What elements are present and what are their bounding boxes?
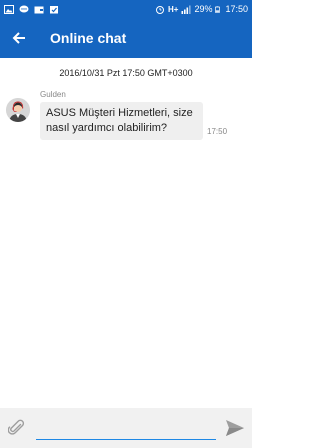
agent-avatar-icon xyxy=(6,98,30,122)
status-system-icons: H+ 29% 17:50 xyxy=(155,4,248,14)
status-bar: H+ 29% 17:50 xyxy=(0,0,252,18)
arrow-left-icon xyxy=(12,32,25,44)
page-title: Online chat xyxy=(50,30,127,46)
message-time: 17:50 xyxy=(207,127,228,136)
agent-avatar xyxy=(6,98,30,122)
battery-icon xyxy=(215,5,221,13)
date-stamp: 2016/10/31 Pzt 17:50 GMT+0300 xyxy=(59,68,193,78)
back-button[interactable] xyxy=(0,18,38,58)
attach-button[interactable] xyxy=(0,408,34,448)
send-button[interactable] xyxy=(218,408,252,448)
check-icon xyxy=(50,5,58,13)
message-icon xyxy=(19,5,29,12)
sender-name: Gulden xyxy=(40,90,66,99)
battery-percent: 29% xyxy=(194,4,213,14)
image-icon xyxy=(4,4,14,14)
signal-icon xyxy=(181,5,192,14)
paperclip-icon xyxy=(8,419,25,435)
alarm-icon xyxy=(156,5,164,14)
app-bar: Online chat xyxy=(0,18,252,58)
status-notification-icons xyxy=(4,4,59,14)
wallet-icon xyxy=(34,6,44,13)
network-type: H+ xyxy=(168,4,179,14)
status-time: 17:50 xyxy=(225,4,248,14)
chat-area[interactable]: 2016/10/31 Pzt 17:50 GMT+0300 Gulden ASU… xyxy=(0,58,252,408)
send-icon xyxy=(226,420,244,436)
message-bubble: ASUS Müşteri Hizmetleri, size nasıl yard… xyxy=(40,102,203,140)
composer-bar xyxy=(0,408,252,448)
message-input[interactable] xyxy=(36,416,216,440)
